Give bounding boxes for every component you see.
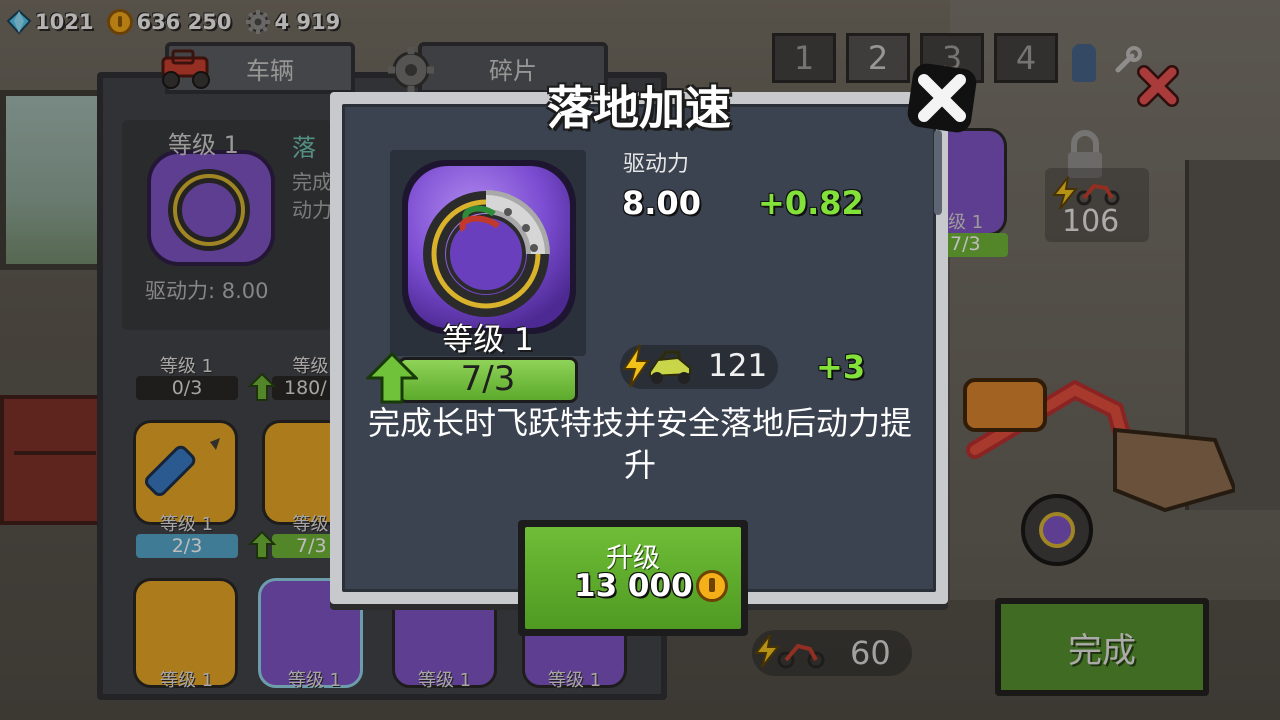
vehicle-points-value: 121 [708, 348, 768, 384]
upgrade-price: 13 000 [574, 568, 693, 604]
coin-icon [696, 570, 728, 602]
stat-bonus: +0.82 [758, 184, 864, 222]
dialog-title: 落地加速 [547, 81, 731, 135]
dialog-scrollbar[interactable] [934, 130, 942, 215]
up-arrow-icon [366, 352, 418, 404]
landing-boost-part-icon [402, 160, 576, 334]
fragment-progress-text: 7/3 [460, 359, 516, 399]
stat-value: 8.00 [622, 184, 701, 222]
vehicle-points-bonus: +3 [816, 348, 866, 386]
buggy-icon [649, 350, 691, 384]
part-description: 完成长时飞跃特技并安全落地后动力提升 [367, 404, 912, 484]
stat-label: 驱动力 [623, 152, 690, 177]
close-icon[interactable] [902, 58, 982, 138]
part-level: 等级 1 [442, 322, 534, 358]
